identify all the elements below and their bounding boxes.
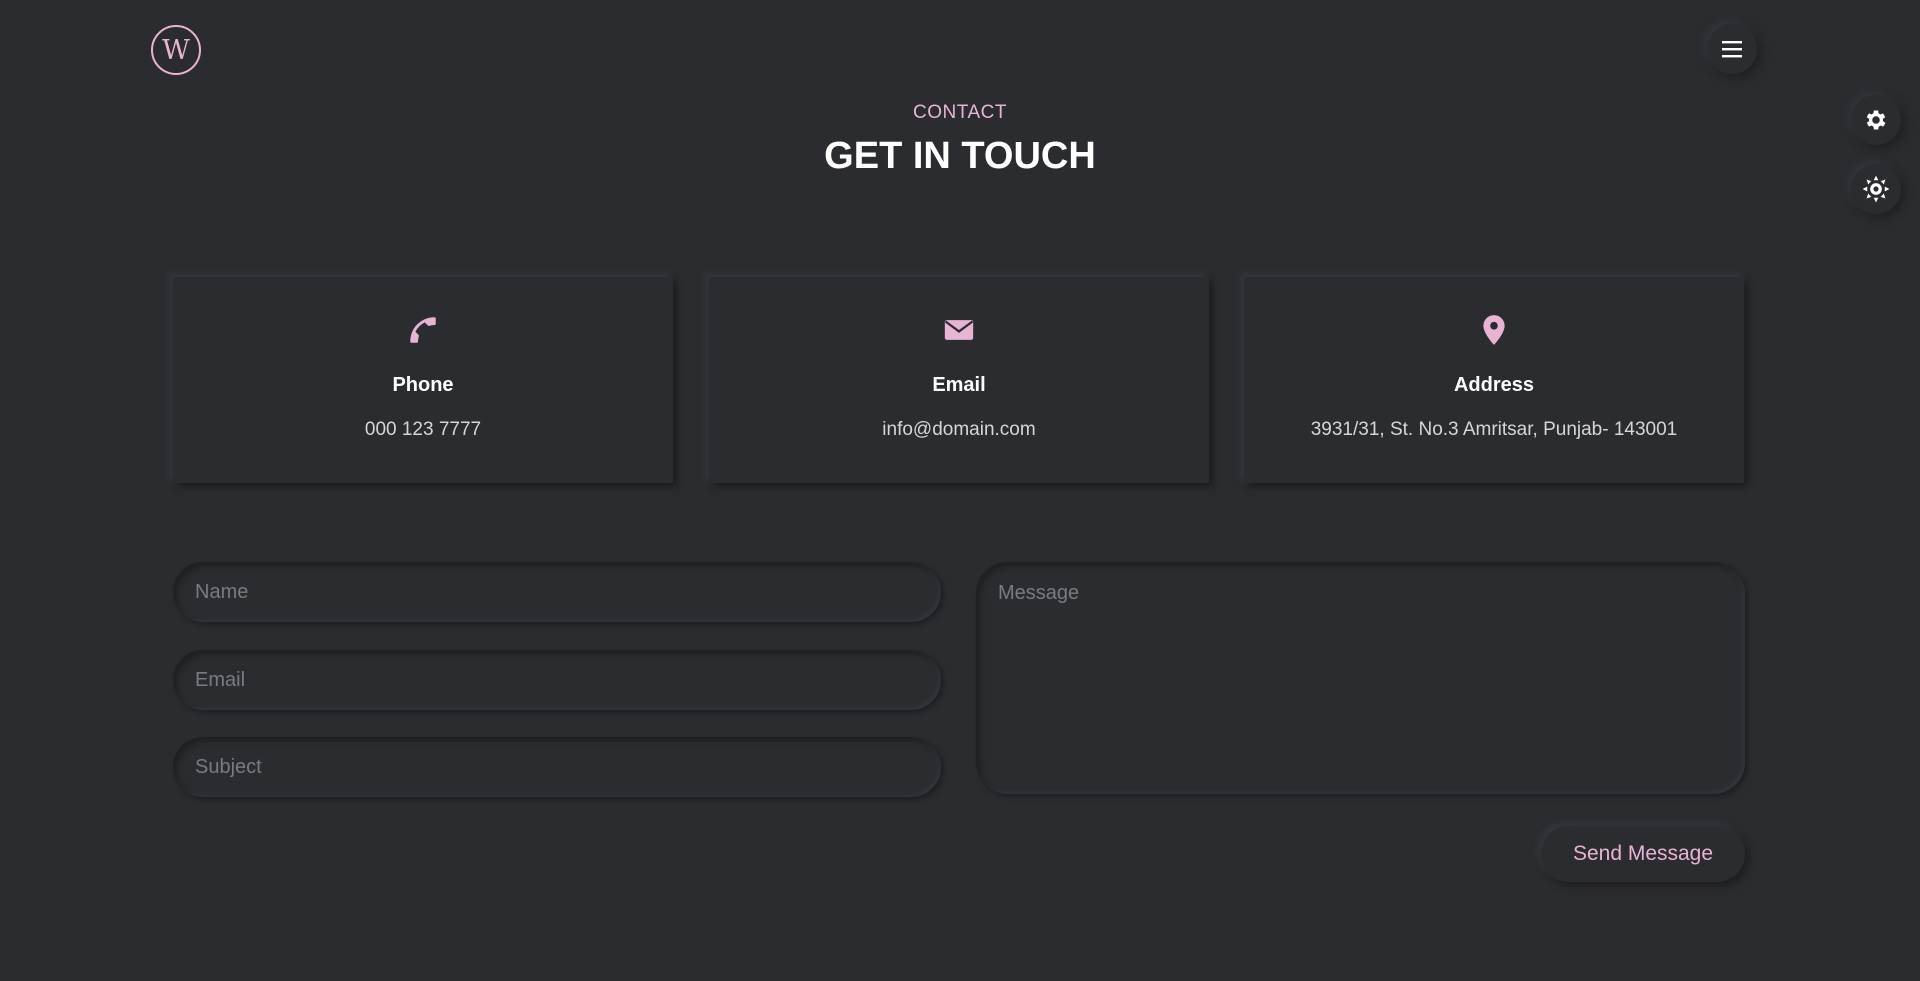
email-input[interactable] (173, 650, 941, 710)
sun-icon (1862, 175, 1890, 203)
map-pin-icon (1244, 313, 1744, 349)
address-label: Address (1453, 374, 1535, 396)
name-input[interactable] (173, 562, 941, 622)
menu-button[interactable] (1707, 24, 1757, 74)
contact-page: W CONTACT GET IN TOUCH Phone 000 123 777… (0, 0, 1920, 981)
contact-info-cards: Phone 000 123 7777 Email info@domain.com… (173, 277, 1746, 483)
phone-label: Phone (392, 374, 454, 396)
email-label: Email (932, 374, 986, 396)
envelope-icon (709, 313, 1209, 349)
address-card: Address 3931/31, St. No.3 Amritsar, Punj… (1244, 277, 1744, 483)
phone-card: Phone 000 123 7777 (173, 277, 673, 483)
send-message-button[interactable]: Send Message (1541, 826, 1745, 882)
page-title: GET IN TOUCH (824, 135, 1096, 177)
phone-value: 000 123 7777 (364, 419, 482, 440)
logo-letter: W (162, 34, 190, 66)
section-eyebrow: CONTACT (913, 102, 1007, 123)
hamburger-menu-icon (1722, 41, 1742, 58)
email-value: info@domain.com (882, 419, 1036, 440)
email-card: Email info@domain.com (709, 277, 1209, 483)
phone-icon (173, 313, 673, 349)
message-textarea[interactable] (976, 562, 1745, 794)
logo[interactable]: W (151, 25, 201, 75)
address-value: 3931/31, St. No.3 Amritsar, Punjab- 1430… (1310, 419, 1678, 440)
subject-input[interactable] (173, 737, 941, 797)
